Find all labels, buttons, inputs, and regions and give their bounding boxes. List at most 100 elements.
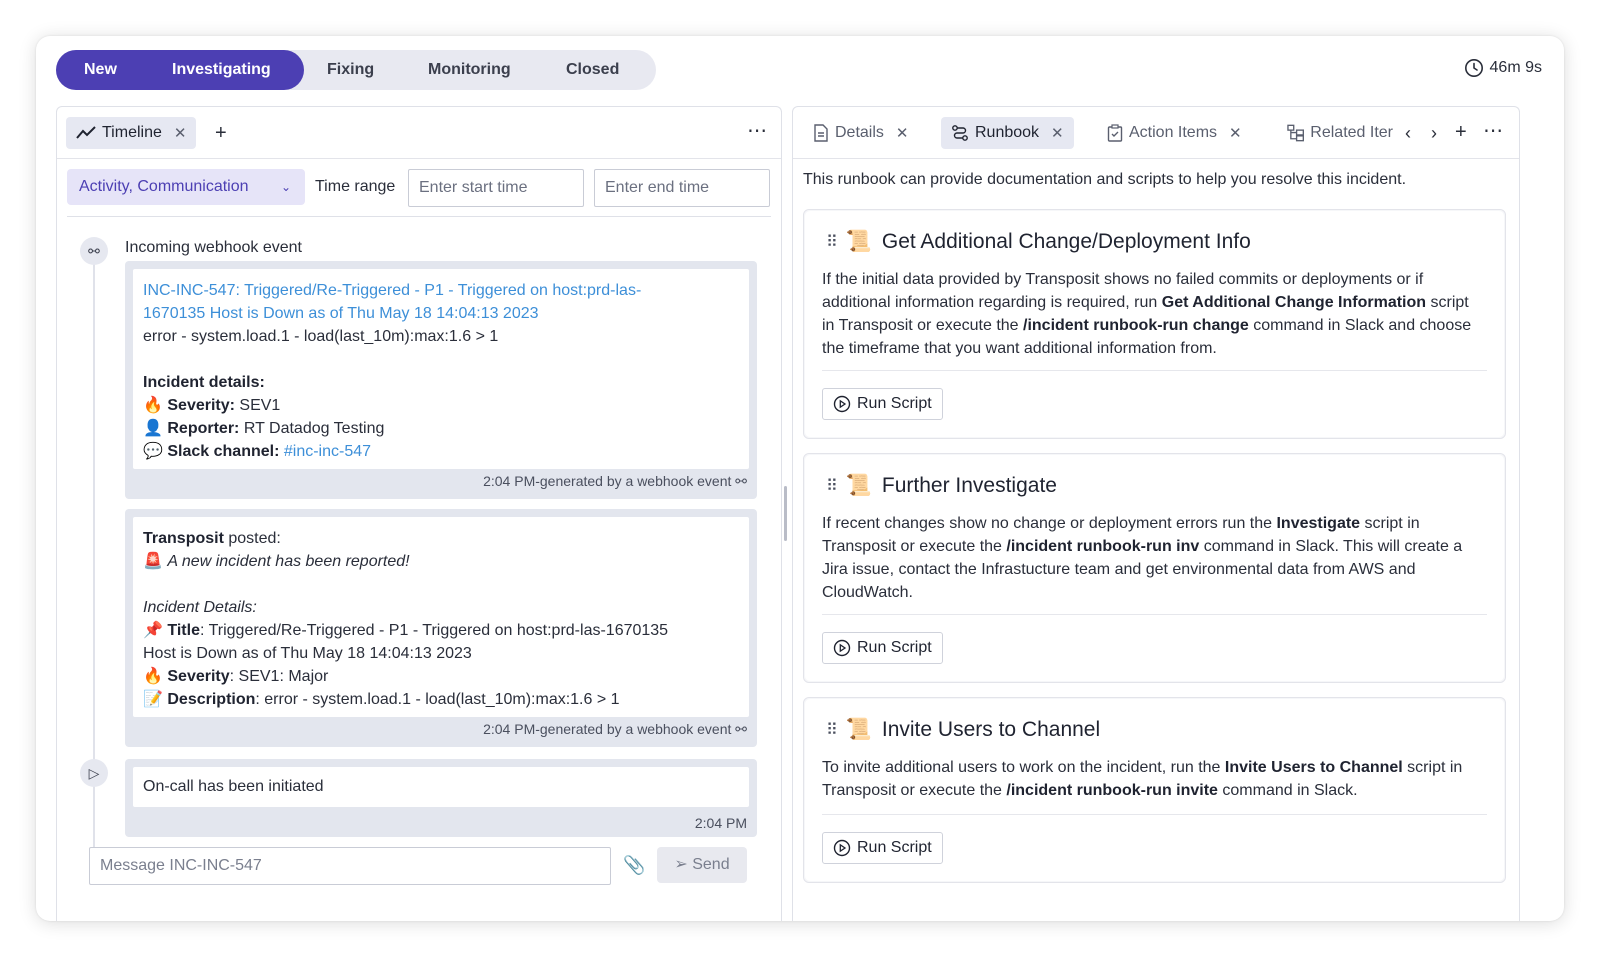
send-icon: ➢ <box>674 856 688 873</box>
more-options-button[interactable]: ⋯ <box>1483 121 1503 141</box>
play-circle-icon <box>833 639 851 657</box>
run-script-button[interactable]: Run Script <box>822 832 943 864</box>
scroll-icon: 📜 <box>845 474 872 497</box>
pin-icon: 📌 <box>143 622 163 639</box>
send-button[interactable]: ➢ Send <box>657 847 747 883</box>
tab-details[interactable]: Details ✕ <box>803 117 918 149</box>
paperclip-icon[interactable]: 📎 <box>623 855 645 876</box>
play-circle-icon: ▷ <box>80 759 108 787</box>
drag-handle-icon[interactable]: ⠿ <box>826 720 838 740</box>
stage-investigating[interactable]: Investigating <box>172 50 271 90</box>
timer-value: 46m 9s <box>1489 59 1542 76</box>
tab-details-label: Details <box>835 124 884 141</box>
status-stepper: New Investigating Fixing Monitoring Clos… <box>56 50 656 90</box>
event-content: INC-INC-547: Triggered/Re-Triggered - P1… <box>133 269 749 469</box>
scroll-icon: 📜 <box>845 230 872 253</box>
drag-handle-icon[interactable]: ⠿ <box>826 232 838 252</box>
end-time-input[interactable]: Enter end time <box>594 169 770 207</box>
details-heading: Incident Details: <box>143 599 257 616</box>
event-footer: 2:04 PM-generated by a webhook event ⚯ <box>483 721 747 737</box>
step-title: ⠿ 📜 Further Investigate <box>826 474 1057 497</box>
activity-filter-dropdown[interactable]: Activity, Communication ⌄ <box>67 169 305 205</box>
add-tab-button[interactable]: + <box>1455 122 1467 142</box>
stage-new[interactable]: New <box>84 50 117 90</box>
step-description: If recent changes show no change or depl… <box>822 515 1463 601</box>
run-script-button[interactable]: Run Script <box>822 632 943 664</box>
more-options-button[interactable]: ⋯ <box>747 121 767 141</box>
runbook-step-card: ⠿ 📜 Get Additional Change/Deployment Inf… <box>803 209 1506 439</box>
title-line: 📌 Title: Triggered/Re-Triggered - P1 - T… <box>143 622 669 639</box>
runbook-panel: Details ✕ Runbook ✕ Action Items ✕ Relat… <box>792 106 1520 921</box>
right-tab-bar: Details ✕ Runbook ✕ Action Items ✕ Relat… <box>793 107 1519 159</box>
webhook-icon: ⚯ <box>735 721 747 737</box>
fire-icon: 🔥 <box>143 668 163 685</box>
reporter-line: 👤 Reporter: RT Datadog Testing <box>143 420 385 437</box>
tab-runbook-label: Runbook <box>975 124 1040 141</box>
tab-action-items[interactable]: Action Items ✕ <box>1097 117 1252 149</box>
fire-icon: 🔥 <box>143 397 163 414</box>
chevron-down-icon: ⌄ <box>280 180 291 194</box>
tab-action-items-label: Action Items <box>1129 124 1218 141</box>
severity-line: 🔥 Severity: SEV1: Major <box>143 668 329 685</box>
play-circle-icon <box>833 839 851 857</box>
drag-handle-icon[interactable]: ⠿ <box>826 476 838 496</box>
stage-fixing[interactable]: Fixing <box>327 50 374 90</box>
stage-monitoring[interactable]: Monitoring <box>428 50 511 90</box>
timeline-panel: Timeline ✕ + ⋯ Activity, Communication ⌄… <box>56 106 782 921</box>
trend-line-icon <box>76 126 96 139</box>
close-icon[interactable]: ✕ <box>896 124 909 142</box>
close-icon[interactable]: ✕ <box>1229 124 1242 142</box>
webhook-event-card: INC-INC-547: Triggered/Re-Triggered - P1… <box>125 261 757 499</box>
memo-icon: 📝 <box>143 691 163 708</box>
time-range-label: Time range <box>315 178 396 195</box>
severity-line: 🔥 Severity: SEV1 <box>143 397 281 414</box>
incident-link[interactable]: INC-INC-547: Triggered/Re-Triggered - P1… <box>143 279 739 325</box>
tab-timeline[interactable]: Timeline ✕ <box>66 117 197 149</box>
event-footer: 2:04 PM-generated by a webhook event ⚯ <box>483 473 747 489</box>
message-input[interactable]: Message INC-INC-547 <box>89 847 611 885</box>
title-line-continued: Host is Down as of Thu May 18 14:04:13 2… <box>143 645 472 662</box>
tab-runbook[interactable]: Runbook ✕ <box>941 117 1074 149</box>
chevron-left-icon[interactable]: ‹ <box>1405 123 1411 143</box>
runbook-step-card: ⠿ 📜 Further Investigate If recent change… <box>803 453 1506 683</box>
runbook-step-card: ⠿ 📜 Invite Users to Channel To invite ad… <box>803 697 1506 883</box>
webhook-icon: ⚯ <box>735 473 747 489</box>
description-line: 📝 Description: error - system.load.1 - l… <box>143 691 620 708</box>
route-icon <box>952 125 968 141</box>
stage-closed[interactable]: Closed <box>566 50 619 90</box>
add-tab-button[interactable]: + <box>215 123 227 143</box>
chevron-right-icon[interactable]: › <box>1431 123 1437 143</box>
panel-resize-handle[interactable] <box>784 486 787 541</box>
incident-window: New Investigating Fixing Monitoring Clos… <box>36 36 1564 921</box>
runbook-intro: This runbook can provide documentation a… <box>803 171 1407 188</box>
start-time-input[interactable]: Enter start time <box>408 169 584 207</box>
siren-icon: 🚨 <box>143 553 163 570</box>
oncall-text: On-call has been initiated <box>143 778 324 795</box>
close-icon[interactable]: ✕ <box>174 124 187 142</box>
tab-related-label: Related Iter <box>1310 124 1393 141</box>
incident-timer: 46m 9s <box>1464 58 1542 78</box>
step-title: ⠿ 📜 Get Additional Change/Deployment Inf… <box>826 230 1251 253</box>
run-script-button[interactable]: Run Script <box>822 388 943 420</box>
webhook-icon: ⚯ <box>80 237 108 265</box>
slack-channel-link[interactable]: #inc-inc-547 <box>284 443 371 460</box>
clipboard-check-icon <box>1107 124 1123 142</box>
close-icon[interactable]: ✕ <box>1051 124 1064 142</box>
activity-filter-value: Activity, Communication <box>79 178 249 195</box>
event-content: On-call has been initiated <box>133 767 749 807</box>
timeline-connector <box>93 247 95 847</box>
document-icon <box>814 124 828 142</box>
details-heading: Incident details: <box>143 374 265 391</box>
slack-line: 💬 Slack channel: #inc-inc-547 <box>143 443 372 460</box>
step-description: To invite additional users to work on th… <box>822 759 1463 799</box>
event-footer: 2:04 PM <box>694 815 747 831</box>
clock-icon <box>1464 59 1483 77</box>
tab-related-items[interactable]: Related Iter <box>1277 117 1403 149</box>
oncall-event-card: On-call has been initiated 2:04 PM <box>125 759 757 837</box>
step-description: If the initial data provided by Transpos… <box>822 271 1472 357</box>
filter-divider <box>67 216 771 217</box>
left-tab-bar: Timeline ✕ + ⋯ <box>57 107 781 159</box>
hierarchy-icon <box>1287 124 1304 142</box>
speech-bubble-icon: 💬 <box>143 443 163 460</box>
event-title: Incoming webhook event <box>125 239 302 256</box>
